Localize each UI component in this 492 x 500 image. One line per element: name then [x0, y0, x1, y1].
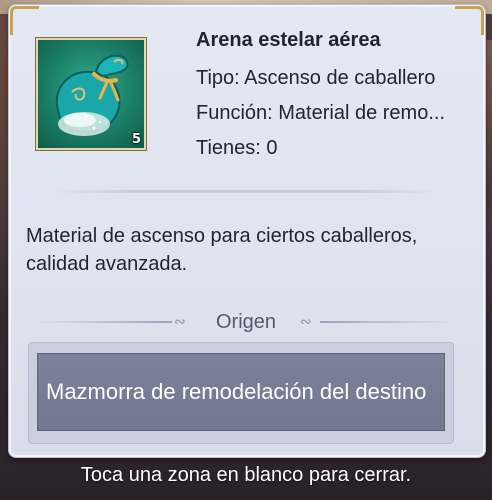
item-type: Tipo: Ascenso de caballero [196, 67, 436, 89]
divider [320, 321, 456, 323]
item-icon-frame: 5 [36, 38, 146, 150]
swirl-ornament-icon: ∾ [300, 314, 312, 330]
item-function: Función: Material de remo... [196, 102, 445, 124]
star-sand-pouch-icon [55, 54, 129, 136]
item-description: Material de ascenso para ciertos caballe… [26, 225, 418, 275]
source-dungeon-button[interactable]: Mazmorra de remodelación del destino [37, 353, 445, 431]
close-hint: Toca una zona en blanco para cerrar. [80, 464, 412, 486]
item-name: Arena estelar aérea [196, 29, 381, 51]
source-dungeon-label: Mazmorra de remodelación del destino [46, 379, 427, 404]
origin-header: ∾ Origen ∾ [28, 308, 464, 336]
item-quantity-badge: 5 [131, 132, 141, 147]
gold-corner-ornament [10, 6, 39, 35]
item-owned-count: Tienes: 0 [196, 137, 278, 159]
origin-source-list: Mazmorra de remodelación del destino [28, 342, 454, 444]
divider [52, 190, 440, 193]
item-info: Arena estelar aérea Tipo: Ascenso de cab… [196, 27, 476, 170]
